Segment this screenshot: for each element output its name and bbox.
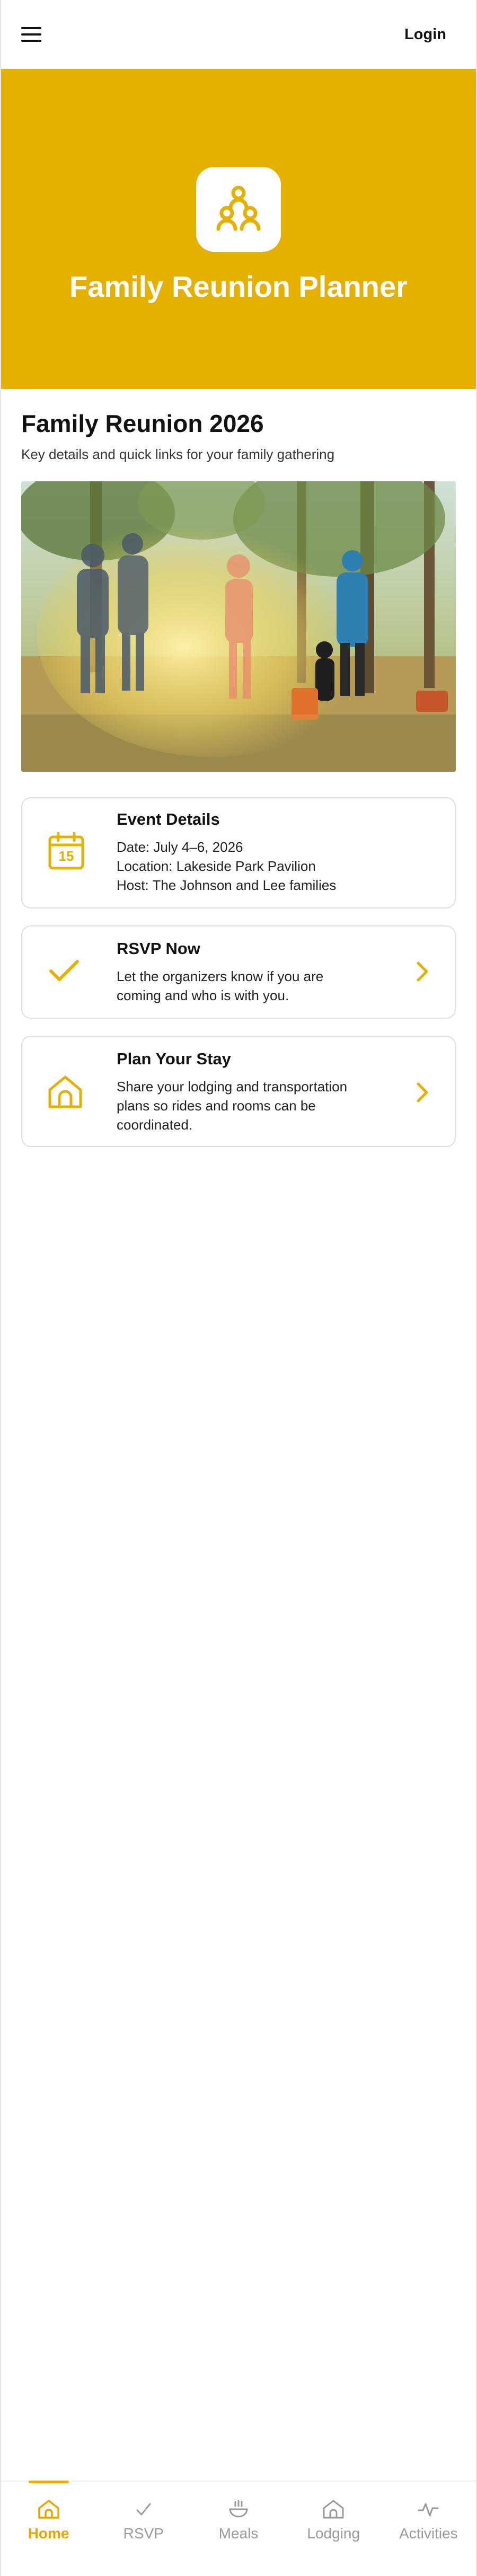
event-date: Date: July 4–6, 2026 (117, 839, 243, 855)
chevron-right-icon[interactable] (416, 1081, 429, 1106)
event-details-card: 15 Event Details Date: July 4–6, 2026 Lo… (21, 797, 456, 908)
bottom-navigation: Home RSVP Meals Lodging Activities (1, 2481, 476, 2576)
plan-stay-title: Plan Your Stay (117, 1049, 231, 1068)
calendar-day: 15 (58, 848, 74, 864)
event-location: Location: Lakeside Park Pavilion (117, 858, 316, 874)
rsvp-card[interactable]: RSVP Now Let the organizers know if you … (21, 925, 456, 1019)
nav-meals-label: Meals (218, 2525, 259, 2542)
rsvp-description-line-1: Let the organizers know if you are (117, 968, 324, 984)
plan-stay-line-2: plans so rides and rooms can be (117, 1098, 316, 1114)
rsvp-title: RSVP Now (117, 939, 200, 958)
activity-icon (418, 2503, 439, 2517)
check-icon (48, 957, 81, 987)
house-icon (48, 1074, 83, 1111)
home-icon (38, 2500, 59, 2519)
nav-lodging-label: Lodging (307, 2525, 360, 2542)
event-details-title: Event Details (117, 810, 220, 828)
family-photo (21, 481, 456, 772)
plan-stay-card[interactable]: Plan Your Stay Share your lodging and tr… (21, 1036, 456, 1147)
rsvp-description-line-2: coming and who is with you. (117, 987, 289, 1003)
nav-activities[interactable]: Activities (381, 2482, 476, 2576)
hamburger-menu-icon[interactable] (21, 27, 41, 42)
plan-stay-line-1: Share your lodging and transportation (117, 1079, 348, 1095)
top-bar: Login (1, 0, 476, 69)
chevron-right-icon[interactable] (416, 960, 429, 985)
login-link[interactable]: Login (404, 26, 446, 43)
hero-banner: Family Reunion Planner (1, 69, 476, 389)
calendar-icon: 15 (48, 832, 85, 873)
event-host: Host: The Johnson and Lee families (117, 877, 337, 893)
nav-activities-label: Activities (399, 2525, 458, 2542)
nav-meals[interactable]: Meals (191, 2482, 286, 2576)
nav-home[interactable]: Home (1, 2481, 96, 2576)
nav-rsvp-label: RSVP (123, 2525, 164, 2542)
page-title: Family Reunion 2026 (21, 410, 264, 437)
hero-title: Family Reunion Planner (69, 270, 408, 303)
bowl-icon (229, 2500, 248, 2518)
page-subtitle: Key details and quick links for your fam… (21, 446, 335, 462)
plan-stay-line-3: coordinated. (117, 1117, 193, 1133)
nav-lodging[interactable]: Lodging (286, 2482, 381, 2576)
nav-home-label: Home (28, 2525, 69, 2542)
active-indicator (28, 2481, 69, 2483)
family-group-icon (196, 167, 281, 252)
nav-rsvp[interactable]: RSVP (96, 2482, 191, 2576)
check-icon (136, 2503, 151, 2516)
house-icon (323, 2500, 344, 2519)
